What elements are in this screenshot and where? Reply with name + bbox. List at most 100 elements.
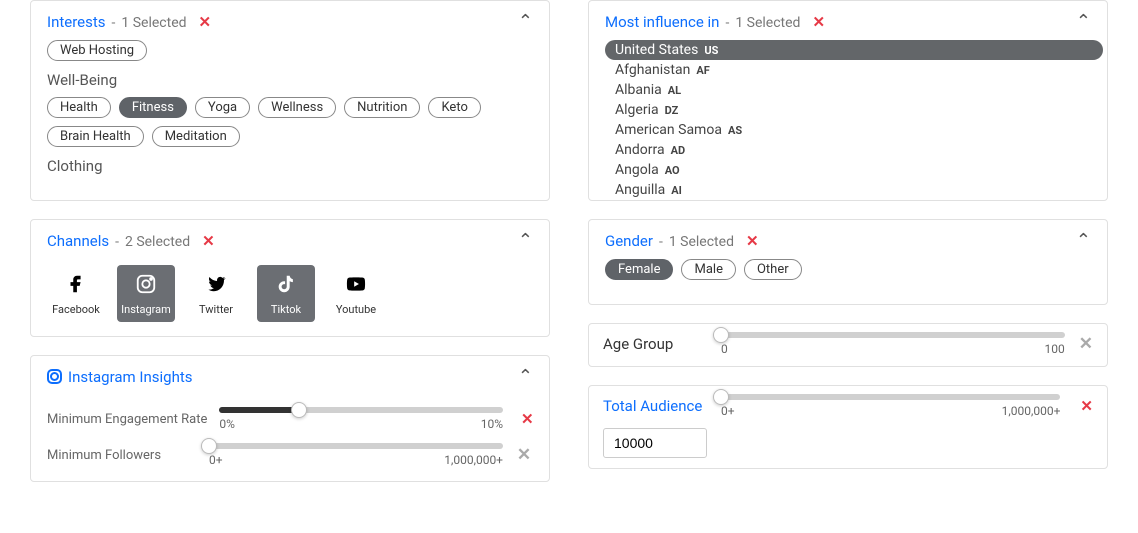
channel-label: Tiktok <box>271 303 301 316</box>
country-code: AS <box>728 124 742 137</box>
interests-panel: Interests - 1 Selected ✕ ⌃ Web Hosting W… <box>30 0 550 201</box>
tag-meditation[interactable]: Meditation <box>152 126 240 147</box>
country-code: AL <box>668 84 681 97</box>
country-name: American Samoa <box>615 122 722 138</box>
audience-input[interactable] <box>603 428 707 458</box>
age-group-slider[interactable] <box>721 332 1065 338</box>
country-al[interactable]: Albania AL <box>605 80 1103 100</box>
channel-youtube[interactable]: Youtube <box>327 265 385 322</box>
age-clear[interactable]: ✕ <box>1079 334 1093 354</box>
insights-panel: Instagram Insights ⌃ Minimum Engagement … <box>30 355 550 482</box>
country-dz[interactable]: Algeria DZ <box>605 100 1103 120</box>
influence-panel: Most influence in - 1 Selected ✕ ⌃ Unite… <box>588 0 1108 201</box>
engagement-max: 10% <box>481 417 503 431</box>
audience-panel: Total Audience 0+ 1,000,000+ ✕ <box>588 385 1108 469</box>
interests-clear[interactable]: ✕ <box>199 13 212 31</box>
influence-collapse[interactable]: ⌃ <box>1076 11 1091 32</box>
channel-label: Facebook <box>52 303 100 316</box>
gender-collapse[interactable]: ⌃ <box>1076 230 1091 251</box>
country-name: Anguilla <box>615 182 665 198</box>
country-ao[interactable]: Angola AO <box>605 160 1103 180</box>
tiktok-icon <box>275 273 297 295</box>
gender-clear[interactable]: ✕ <box>746 232 759 250</box>
interests-sep: - <box>112 15 116 31</box>
channels-selected-count: 2 Selected <box>125 234 190 250</box>
tag-nutrition[interactable]: Nutrition <box>344 97 420 118</box>
audience-clear[interactable]: ✕ <box>1080 397 1093 415</box>
country-name: Albania <box>615 82 662 98</box>
audience-min: 0+ <box>721 404 735 418</box>
category-label: Clothing <box>47 157 545 175</box>
audience-slider[interactable] <box>721 394 1060 400</box>
country-code: AF <box>696 64 709 77</box>
country-name: Andorra <box>615 142 665 158</box>
channels-collapse[interactable]: ⌃ <box>518 230 533 251</box>
gender-sep: - <box>659 234 663 250</box>
influence-clear[interactable]: ✕ <box>812 13 825 31</box>
category-label: Well-Being <box>47 71 545 89</box>
country-code: DZ <box>665 104 679 117</box>
country-ai[interactable]: AnguillaAI <box>605 180 1103 200</box>
channels-sep: - <box>115 234 119 250</box>
country-ad[interactable]: AndorraAD <box>605 140 1103 160</box>
insights-title: Instagram Insights <box>68 368 193 386</box>
gender-panel: Gender - 1 Selected ✕ ⌃ Female Male Other <box>588 219 1108 305</box>
tag-brain-health[interactable]: Brain Health <box>47 126 144 147</box>
channel-label: Instagram <box>121 303 171 316</box>
influence-title[interactable]: Most influence in <box>605 13 719 31</box>
interests-scroll[interactable]: Web Hosting Well-Being Health Fitness Yoga W… <box>31 40 549 200</box>
followers-label: Minimum Followers <box>47 448 197 463</box>
followers-max: 1,000,000+ <box>444 453 503 467</box>
channels-clear[interactable]: ✕ <box>202 232 215 250</box>
influence-selected-count: 1 Selected <box>735 15 800 31</box>
channel-label: Youtube <box>336 303 376 316</box>
insights-collapse[interactable]: ⌃ <box>518 366 533 387</box>
tag-wellness[interactable]: Wellness <box>258 97 336 118</box>
audience-title: Total Audience <box>603 397 707 415</box>
followers-slider[interactable] <box>209 443 503 449</box>
engagement-clear[interactable]: ✕ <box>521 410 534 428</box>
gender-selected-count: 1 Selected <box>669 234 734 250</box>
tag-web-hosting[interactable]: Web Hosting <box>47 40 147 61</box>
country-as[interactable]: American Samoa AS <box>605 120 1103 140</box>
channel-twitter[interactable]: Twitter <box>187 265 245 322</box>
channel-tiktok[interactable]: Tiktok <box>257 265 315 322</box>
country-code: AO <box>665 164 680 177</box>
followers-clear[interactable]: ✕ <box>517 445 531 465</box>
country-code: US <box>704 44 718 57</box>
engagement-label: Minimum Engagement Rate <box>47 412 207 427</box>
instagram-icon <box>135 273 157 295</box>
tag-yoga[interactable]: Yoga <box>195 97 250 118</box>
gender-male[interactable]: Male <box>681 259 735 280</box>
interests-collapse[interactable]: ⌃ <box>518 11 533 32</box>
followers-min: 0+ <box>209 453 223 467</box>
country-name: Afghanistan <box>615 62 690 78</box>
country-name: Angola <box>615 162 659 178</box>
age-group-title: Age Group <box>603 335 707 353</box>
channels-panel: Channels - 2 Selected ✕ ⌃ Facebook Instag… <box>30 219 550 337</box>
interests-selected-count: 1 Selected <box>121 15 186 31</box>
influence-sep: - <box>725 15 729 31</box>
influence-scroll[interactable]: United States US Afghanistan AF Albania AL Alg… <box>589 40 1107 200</box>
age-group-panel: Age Group 0 100 ✕ <box>588 323 1108 367</box>
age-max: 100 <box>1045 342 1065 356</box>
country-af[interactable]: Afghanistan AF <box>605 60 1103 80</box>
youtube-icon <box>345 273 367 295</box>
facebook-icon <box>65 273 87 295</box>
age-min: 0 <box>721 342 728 356</box>
engagement-slider[interactable] <box>219 407 503 413</box>
channel-facebook[interactable]: Facebook <box>47 265 105 322</box>
twitter-icon <box>205 273 227 295</box>
channels-title[interactable]: Channels <box>47 232 109 250</box>
gender-other[interactable]: Other <box>744 259 802 280</box>
interests-title[interactable]: Interests <box>47 13 106 31</box>
country-name: Algeria <box>615 102 659 118</box>
country-name: United States <box>615 42 698 58</box>
gender-female[interactable]: Female <box>605 259 673 280</box>
country-us[interactable]: United States US <box>605 40 1103 60</box>
tag-health[interactable]: Health <box>47 97 111 118</box>
channel-instagram[interactable]: Instagram <box>117 265 175 322</box>
gender-title[interactable]: Gender <box>605 232 653 250</box>
tag-keto[interactable]: Keto <box>428 97 480 118</box>
tag-fitness[interactable]: Fitness <box>119 97 187 118</box>
